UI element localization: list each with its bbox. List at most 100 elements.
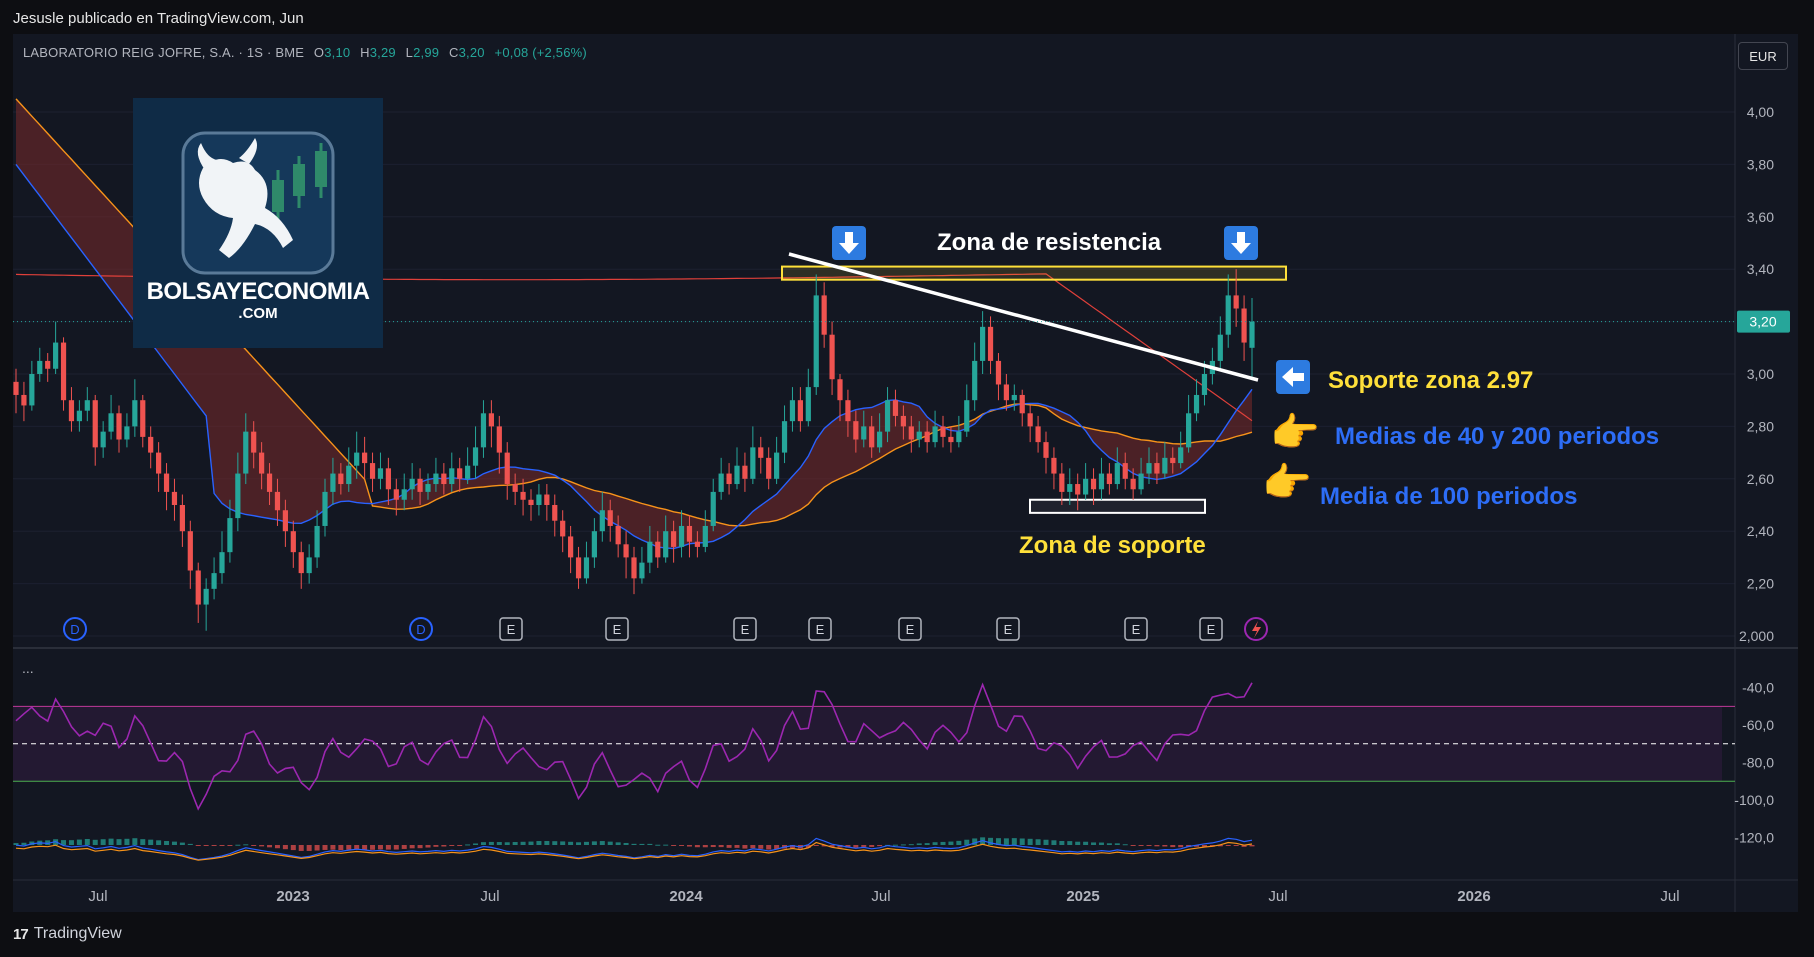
macd-histogram-bar — [1027, 838, 1033, 845]
candle-body — [615, 525, 621, 545]
candle-body — [227, 518, 233, 553]
candle-body — [512, 484, 518, 492]
time-tick-label: 2025 — [1066, 888, 1099, 905]
macd-histogram-bar — [401, 845, 407, 849]
candle-body — [702, 525, 708, 547]
candle-body — [1122, 463, 1128, 479]
macd-histogram-bar — [1106, 843, 1112, 845]
candle-body — [734, 465, 740, 485]
low-label: L — [405, 45, 414, 60]
event-marker-label: D — [416, 622, 425, 637]
macd-histogram-bar — [560, 841, 566, 845]
candle-body — [877, 431, 883, 448]
candle-body — [892, 400, 899, 416]
macd-histogram-bar — [552, 841, 558, 845]
macd-histogram-bar — [235, 844, 241, 846]
macd-histogram-bar — [1059, 840, 1065, 845]
candle-body — [171, 491, 178, 505]
candle-body — [163, 473, 170, 492]
annotation-support-level-label: Soporte zona 2.97 — [1328, 367, 1534, 394]
candle-body — [1170, 457, 1176, 464]
macd-histogram-bar — [385, 845, 391, 850]
candle-body — [900, 415, 906, 427]
candle-body — [132, 400, 138, 427]
candle-body — [251, 431, 257, 453]
macd-histogram-bar — [243, 844, 249, 846]
candle-body — [599, 510, 605, 532]
macd-histogram-bar — [1138, 845, 1144, 846]
macd-histogram-bar — [758, 845, 764, 849]
candle-body — [861, 426, 867, 440]
macd-histogram-bar — [425, 845, 431, 848]
macd-histogram-bar — [750, 845, 756, 849]
candle-body — [322, 491, 328, 526]
candle-body — [187, 531, 193, 571]
candle-body — [694, 541, 700, 547]
candle-body — [1193, 394, 1200, 414]
macd-histogram-bar — [21, 842, 27, 845]
annotation-ma-40-200-label: Medias de 40 y 200 periodos — [1335, 423, 1660, 450]
candle-body — [964, 400, 970, 432]
candle-body — [1114, 463, 1120, 485]
macd-histogram-bar — [940, 841, 946, 845]
macd-histogram-bar — [924, 843, 930, 845]
macd-histogram-bar — [877, 845, 883, 847]
macd-histogram-bar — [370, 845, 376, 850]
time-tick-label: 2024 — [669, 888, 703, 905]
candle-body — [1217, 334, 1223, 361]
candle-body — [845, 400, 851, 422]
macd-histogram-bar — [631, 843, 637, 845]
rsi-tick-label: -100,0 — [1734, 792, 1774, 808]
candle-body — [84, 400, 90, 411]
open-label: O — [313, 45, 325, 60]
macd-histogram-bar — [76, 839, 82, 845]
price-tick-label: 2,40 — [1747, 523, 1774, 539]
macd-histogram-bar — [132, 838, 138, 845]
price-tick-label: 4,00 — [1747, 104, 1774, 120]
currency-button[interactable]: EUR — [1738, 42, 1788, 70]
event-marker-label: E — [1132, 622, 1141, 637]
candle-body — [916, 431, 922, 440]
macd-histogram-bar — [1019, 838, 1025, 845]
candle-body — [92, 400, 98, 448]
price-tick-label: 3,60 — [1747, 209, 1774, 225]
macd-histogram-bar — [956, 840, 962, 845]
price-tick-label: 3,80 — [1747, 156, 1774, 172]
footer-brand[interactable]: TradingView — [34, 925, 122, 943]
candle-body — [306, 557, 312, 574]
candle-body — [869, 426, 875, 448]
candle-body — [805, 387, 811, 422]
macd-histogram-bar — [536, 841, 542, 845]
candle-body — [1059, 473, 1065, 492]
macd-histogram-bar — [187, 843, 193, 845]
macd-histogram-bar — [1011, 838, 1017, 845]
macd-histogram-bar — [1178, 845, 1184, 848]
macd-histogram-bar — [576, 842, 582, 845]
macd-histogram-bar — [362, 845, 368, 850]
macd-histogram-bar — [900, 844, 906, 846]
macd-histogram-bar — [330, 845, 336, 850]
symbol-name: LABORATORIO REIG JOFRE, S.A. · 1S · BME — [23, 45, 305, 60]
candle-body — [980, 326, 986, 361]
candle-body — [520, 491, 526, 500]
candle-body — [298, 552, 304, 574]
macd-histogram-bar — [655, 844, 661, 846]
macd-histogram-bar — [528, 841, 534, 845]
candle-body — [362, 452, 368, 464]
macd-histogram-bar — [1003, 838, 1009, 845]
candle-body — [655, 541, 661, 558]
macd-histogram-bar — [742, 845, 748, 849]
candle-body — [401, 489, 407, 500]
macd-histogram-bar — [92, 839, 98, 845]
change-value: +0,08 (+2,56%) — [494, 45, 587, 60]
candle-body — [274, 491, 281, 511]
candle-body — [235, 473, 241, 519]
candle-body — [829, 334, 835, 380]
candle-body — [1154, 463, 1160, 474]
time-tick-label: 2023 — [276, 888, 309, 905]
price-tick-label: 3,00 — [1747, 366, 1774, 382]
candle-body — [417, 478, 423, 492]
macd-histogram-bar — [219, 845, 225, 846]
candle-body — [1083, 478, 1089, 495]
indicator-menu-button[interactable]: ... — [22, 660, 34, 676]
